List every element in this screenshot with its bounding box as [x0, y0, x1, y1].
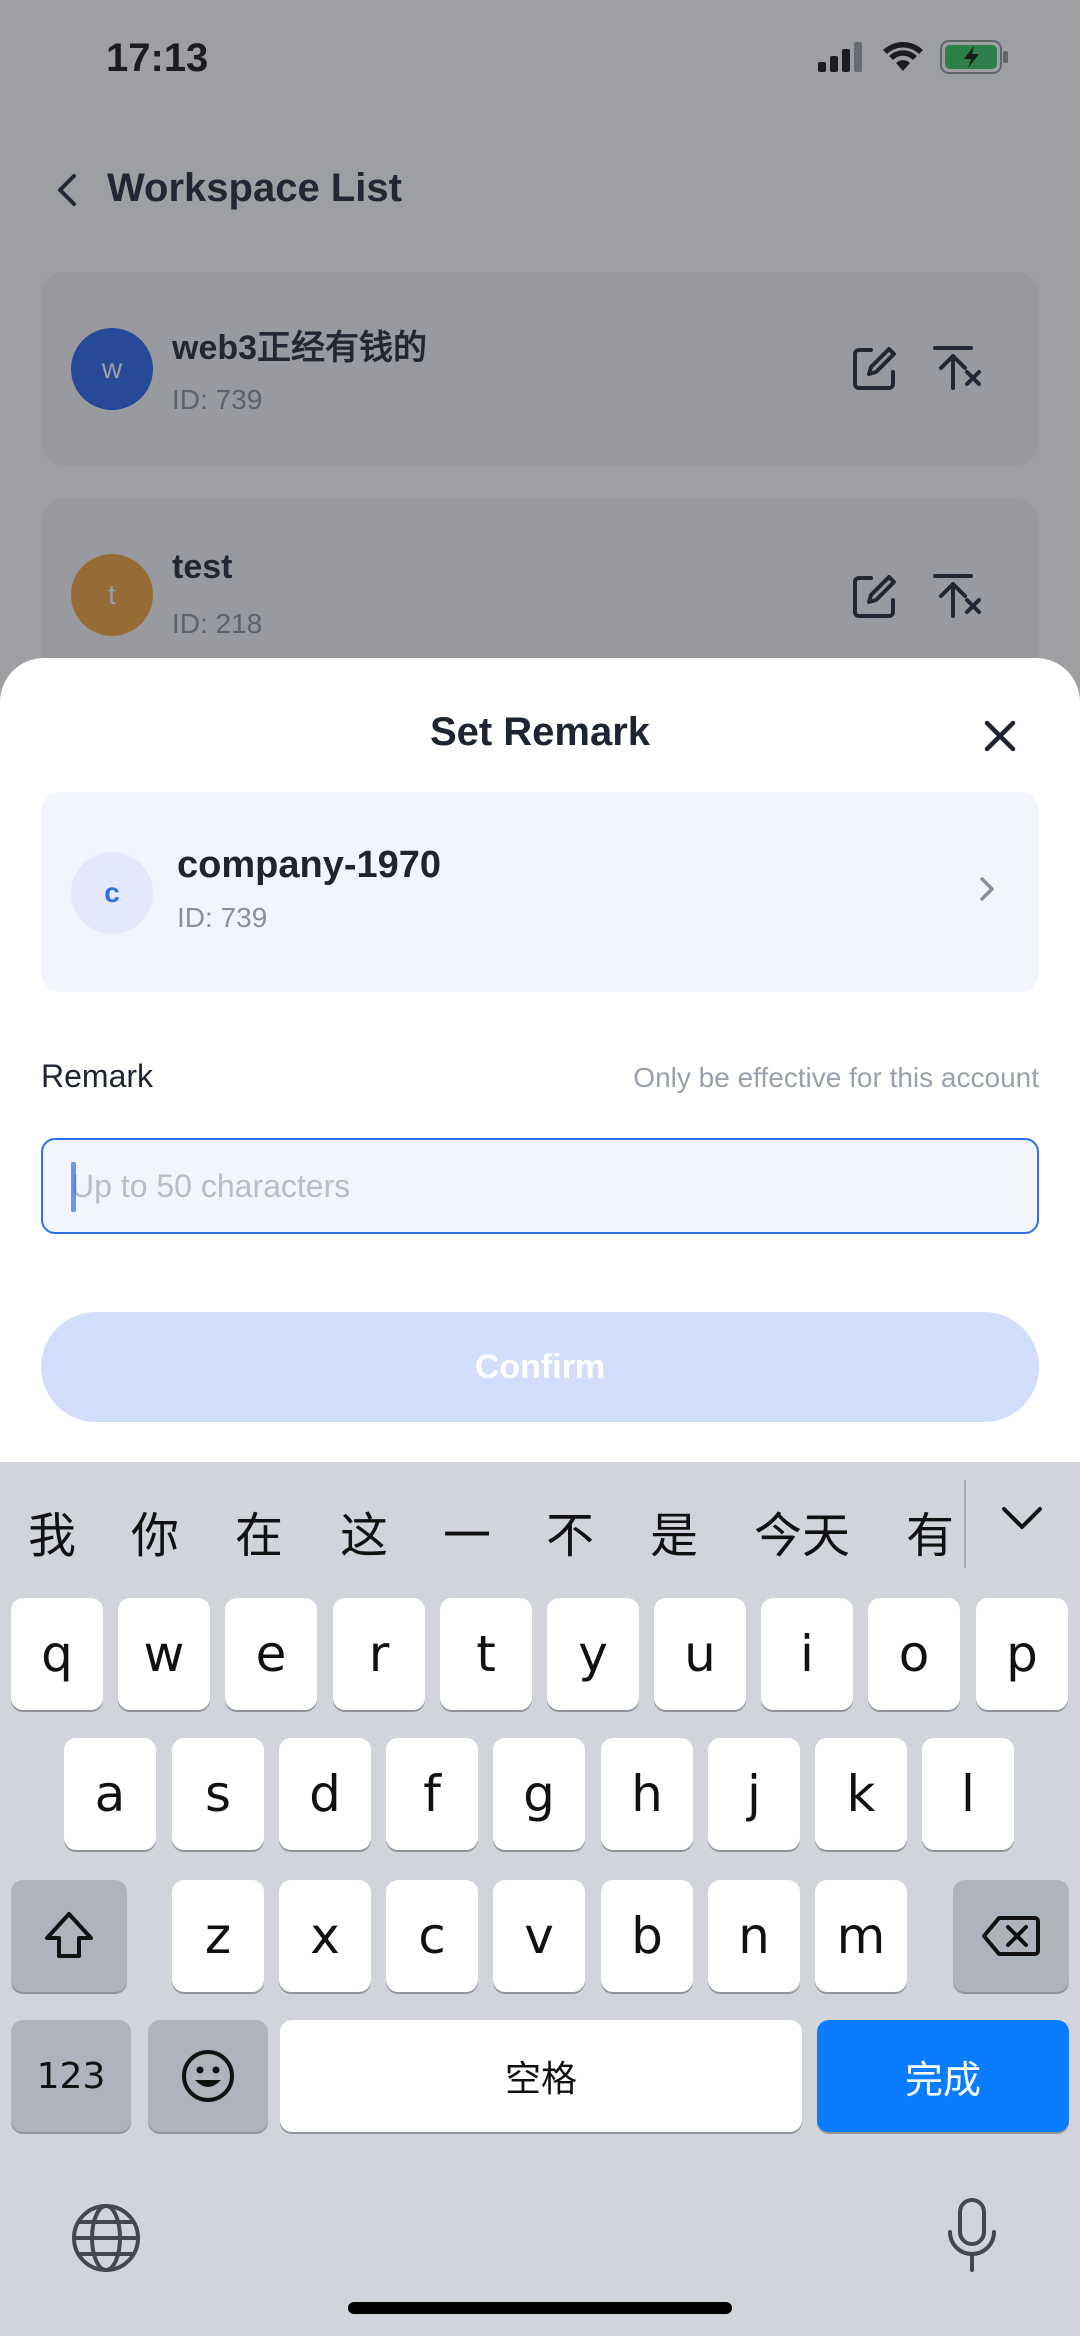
key-i[interactable]: i	[761, 1598, 853, 1710]
space-key[interactable]: 空格	[280, 2020, 802, 2132]
remark-field[interactable]	[41, 1138, 1039, 1234]
key-n[interactable]: n	[708, 1880, 800, 1992]
done-key[interactable]: 完成	[817, 2020, 1069, 2132]
candidate[interactable]: 你	[131, 1496, 179, 1566]
remark-label: Remark	[41, 1058, 154, 1094]
candidate[interactable]: 这	[340, 1496, 388, 1566]
company-card[interactable]: c company-1970 ID: 739	[41, 792, 1039, 992]
key-l[interactable]: l	[922, 1738, 1014, 1850]
backspace-key[interactable]	[953, 1880, 1069, 1992]
emoji-icon	[182, 2050, 234, 2102]
globe-icon[interactable]	[70, 2202, 142, 2274]
chevron-down-icon[interactable]	[1000, 1504, 1044, 1532]
confirm-button[interactable]: Confirm	[41, 1312, 1039, 1422]
shift-key[interactable]	[11, 1880, 127, 1992]
close-icon[interactable]	[982, 718, 1018, 754]
key-a[interactable]: a	[64, 1738, 156, 1850]
candidate[interactable]: 一	[443, 1496, 491, 1566]
key-z[interactable]: z	[172, 1880, 264, 1992]
key-j[interactable]: j	[708, 1738, 800, 1850]
candidate[interactable]: 是	[650, 1496, 698, 1566]
key-v[interactable]: v	[493, 1880, 585, 1992]
remark-input[interactable]	[71, 1140, 1011, 1232]
key-e[interactable]: e	[225, 1598, 317, 1710]
candidate[interactable]: 不	[546, 1496, 594, 1566]
keyboard: 我 你 在 这 一 不 是 今天 有 q w e r t y u i o p a…	[0, 1462, 1080, 2336]
key-s[interactable]: s	[172, 1738, 264, 1850]
emoji-key[interactable]	[148, 2020, 268, 2132]
candidate-bar: 我 你 在 这 一 不 是 今天 有	[0, 1462, 1080, 1592]
company-name: company-1970	[177, 844, 442, 886]
shift-icon	[45, 1912, 93, 1958]
candidate-divider	[964, 1480, 966, 1568]
candidate[interactable]: 今天	[754, 1496, 850, 1566]
key-q[interactable]: q	[11, 1598, 103, 1710]
candidate[interactable]: 我	[28, 1496, 76, 1566]
key-y[interactable]: y	[547, 1598, 639, 1710]
key-o[interactable]: o	[868, 1598, 960, 1710]
key-t[interactable]: t	[440, 1598, 532, 1710]
company-id: ID: 739	[177, 902, 268, 933]
key-c[interactable]: c	[386, 1880, 478, 1992]
key-r[interactable]: r	[333, 1598, 425, 1710]
key-p[interactable]: p	[976, 1598, 1068, 1710]
home-indicator	[348, 2302, 732, 2314]
key-w[interactable]: w	[118, 1598, 210, 1710]
key-b[interactable]: b	[601, 1880, 693, 1992]
key-m[interactable]: m	[815, 1880, 907, 1992]
remark-hint: Only be effective for this account	[633, 1062, 1039, 1093]
text-caret	[71, 1162, 76, 1212]
candidate[interactable]: 在	[235, 1496, 283, 1566]
key-k[interactable]: k	[815, 1738, 907, 1850]
key-u[interactable]: u	[654, 1598, 746, 1710]
key-f[interactable]: f	[386, 1738, 478, 1850]
sheet-title: Set Remark	[429, 710, 651, 754]
backspace-icon	[982, 1916, 1040, 1956]
key-h[interactable]: h	[601, 1738, 693, 1850]
numbers-key[interactable]: 123	[11, 2020, 131, 2132]
microphone-icon[interactable]	[944, 2196, 1000, 2276]
avatar: c	[71, 852, 153, 934]
key-x[interactable]: x	[279, 1880, 371, 1992]
chevron-right-icon	[980, 877, 994, 901]
key-d[interactable]: d	[279, 1738, 371, 1850]
key-g[interactable]: g	[493, 1738, 585, 1850]
candidate[interactable]: 有	[906, 1496, 954, 1566]
